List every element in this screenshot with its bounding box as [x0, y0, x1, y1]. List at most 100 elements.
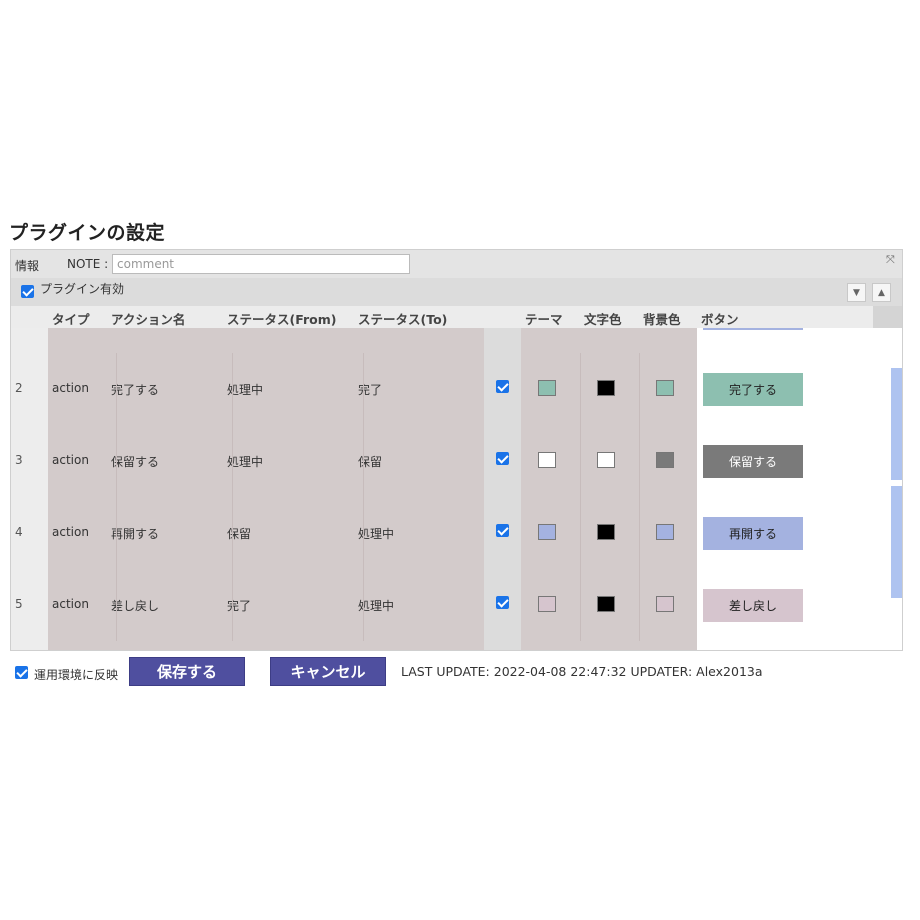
- row-check-cell: [484, 497, 521, 569]
- text-color-swatch[interactable]: [597, 596, 615, 612]
- row-main-cell: action 再開する 保留 処理中: [48, 497, 484, 569]
- theme-color-swatch[interactable]: [538, 524, 556, 540]
- bg-color-swatch[interactable]: [656, 452, 674, 468]
- header-type: タイプ: [52, 312, 90, 327]
- bg-color-swatch[interactable]: [656, 596, 674, 612]
- row-status-to[interactable]: 保留: [358, 453, 382, 470]
- row-type[interactable]: action: [52, 597, 89, 611]
- row-enabled-checkbox[interactable]: [496, 452, 509, 465]
- scroll-thumb-lower[interactable]: [891, 486, 902, 598]
- row-num-cell: 5: [11, 569, 48, 641]
- header-button: ボタン: [701, 312, 739, 327]
- apply-env-label: 運用環境に反映: [34, 668, 119, 682]
- text-color-swatch[interactable]: [597, 452, 615, 468]
- row-action-name[interactable]: 再開する: [111, 525, 159, 542]
- header-status-to: ステータス(To): [358, 312, 448, 327]
- theme-color-swatch[interactable]: [538, 596, 556, 612]
- row-enabled-checkbox[interactable]: [496, 380, 509, 393]
- table-row[interactable]: 3 action 保留する 処理中 保留 保留する: [11, 425, 873, 498]
- row-preview-button[interactable]: 保留する: [703, 445, 803, 478]
- info-label: 情報: [15, 259, 40, 273]
- header-scroll-corner: [873, 306, 902, 328]
- header-text-color: 文字色: [584, 312, 622, 327]
- table-row[interactable]: 4 action 再開する 保留 処理中 再開する: [11, 497, 873, 570]
- table-row[interactable]: 5 action 差し戻し 完了 処理中 差し戻し: [11, 569, 873, 642]
- row-check-cell: [484, 353, 521, 425]
- apply-env-checkbox[interactable]: [15, 666, 28, 679]
- row-number: 5: [15, 597, 23, 611]
- row-enabled-checkbox[interactable]: [496, 596, 509, 609]
- info-bar: 情報 NOTE : ⤧: [11, 250, 902, 278]
- last-update-text: LAST UPDATE: 2022-04-08 22:47:32 UPDATER…: [401, 664, 763, 679]
- row-preview-button[interactable]: 再開する: [703, 517, 803, 550]
- row-type[interactable]: action: [52, 525, 89, 539]
- header-action-name: アクション名: [111, 312, 186, 327]
- row-number: 3: [15, 453, 23, 467]
- theme-color-swatch[interactable]: [538, 380, 556, 396]
- page-title: プラグインの設定: [9, 222, 166, 244]
- row-type[interactable]: action: [52, 381, 89, 395]
- vertical-scrollbar[interactable]: [873, 328, 902, 650]
- plugin-enable-bar: プラグイン有効 ▼ ▲: [11, 278, 902, 306]
- bg-color-swatch[interactable]: [656, 524, 674, 540]
- button-preview: [703, 328, 803, 330]
- row-check-cell: [484, 641, 521, 650]
- row-button-cell: [697, 328, 873, 353]
- row-num-cell: 4: [11, 497, 48, 569]
- plugin-enable-checkbox[interactable]: [21, 285, 34, 298]
- footer-bar: 運用環境に反映 保存する キャンセル LAST UPDATE: 2022-04-…: [0, 655, 920, 689]
- row-status-from[interactable]: 完了: [227, 597, 251, 614]
- row-color-cell: [521, 497, 697, 569]
- table-row-partial-bottom: [11, 641, 873, 650]
- row-color-cell: [521, 425, 697, 497]
- row-main-cell: action 差し戻し 完了 処理中: [48, 569, 484, 641]
- arrow-up-bar-icon[interactable]: ▲: [872, 283, 891, 302]
- row-preview-button[interactable]: 完了する: [703, 373, 803, 406]
- row-status-from[interactable]: 保留: [227, 525, 251, 542]
- row-num-cell: [11, 641, 48, 650]
- cancel-button[interactable]: キャンセル: [270, 657, 386, 686]
- note-input[interactable]: [112, 254, 410, 274]
- row-number: 2: [15, 381, 23, 395]
- table-row-partial: [11, 328, 873, 354]
- header-status-from: ステータス(From): [227, 312, 337, 327]
- row-main-cell: action 完了する 処理中 完了: [48, 353, 484, 425]
- row-color-cell: [521, 328, 697, 353]
- row-check-cell: [484, 328, 521, 353]
- plugin-settings-panel: 情報 NOTE : ⤧ プラグイン有効 ▼ ▲ タイプ アクション名 ステータス…: [10, 249, 903, 651]
- row-main-cell: action 保留する 処理中 保留: [48, 425, 484, 497]
- row-color-cell: [521, 641, 697, 650]
- row-button-cell: [697, 641, 873, 650]
- note-label: NOTE :: [67, 257, 109, 271]
- row-status-to[interactable]: 完了: [358, 381, 382, 398]
- row-check-cell: [484, 569, 521, 641]
- row-color-cell: [521, 569, 697, 641]
- row-num-cell: [11, 328, 48, 353]
- text-color-swatch[interactable]: [597, 524, 615, 540]
- bg-color-swatch[interactable]: [656, 380, 674, 396]
- text-color-swatch[interactable]: [597, 380, 615, 396]
- table-row[interactable]: 2 action 完了する 処理中 完了 完了する: [11, 353, 873, 426]
- row-main-cell: [48, 328, 484, 353]
- row-preview-button[interactable]: 差し戻し: [703, 589, 803, 622]
- save-button[interactable]: 保存する: [129, 657, 245, 686]
- row-num-cell: 2: [11, 353, 48, 425]
- row-action-name[interactable]: 完了する: [111, 381, 159, 398]
- row-check-cell: [484, 425, 521, 497]
- row-action-name[interactable]: 保留する: [111, 453, 159, 470]
- table-body[interactable]: 2 action 完了する 処理中 完了 完了する 3 action 保留する 処理中 保留 保留する…: [11, 328, 873, 650]
- theme-color-swatch[interactable]: [538, 452, 556, 468]
- arrow-down-bar-icon[interactable]: ▼: [847, 283, 866, 302]
- row-color-cell: [521, 353, 697, 425]
- row-enabled-checkbox[interactable]: [496, 524, 509, 537]
- scroll-thumb-upper[interactable]: [891, 368, 902, 480]
- table-header: タイプ アクション名 ステータス(From) ステータス(To) テーマ 文字色…: [11, 306, 873, 329]
- row-number: 4: [15, 525, 23, 539]
- row-num-cell: 3: [11, 425, 48, 497]
- row-type[interactable]: action: [52, 453, 89, 467]
- header-theme: テーマ: [525, 312, 563, 327]
- row-action-name[interactable]: 差し戻し: [111, 597, 159, 614]
- header-bg-color: 背景色: [643, 312, 681, 327]
- close-icon[interactable]: ⤧: [886, 253, 895, 267]
- row-main-cell: [48, 641, 484, 650]
